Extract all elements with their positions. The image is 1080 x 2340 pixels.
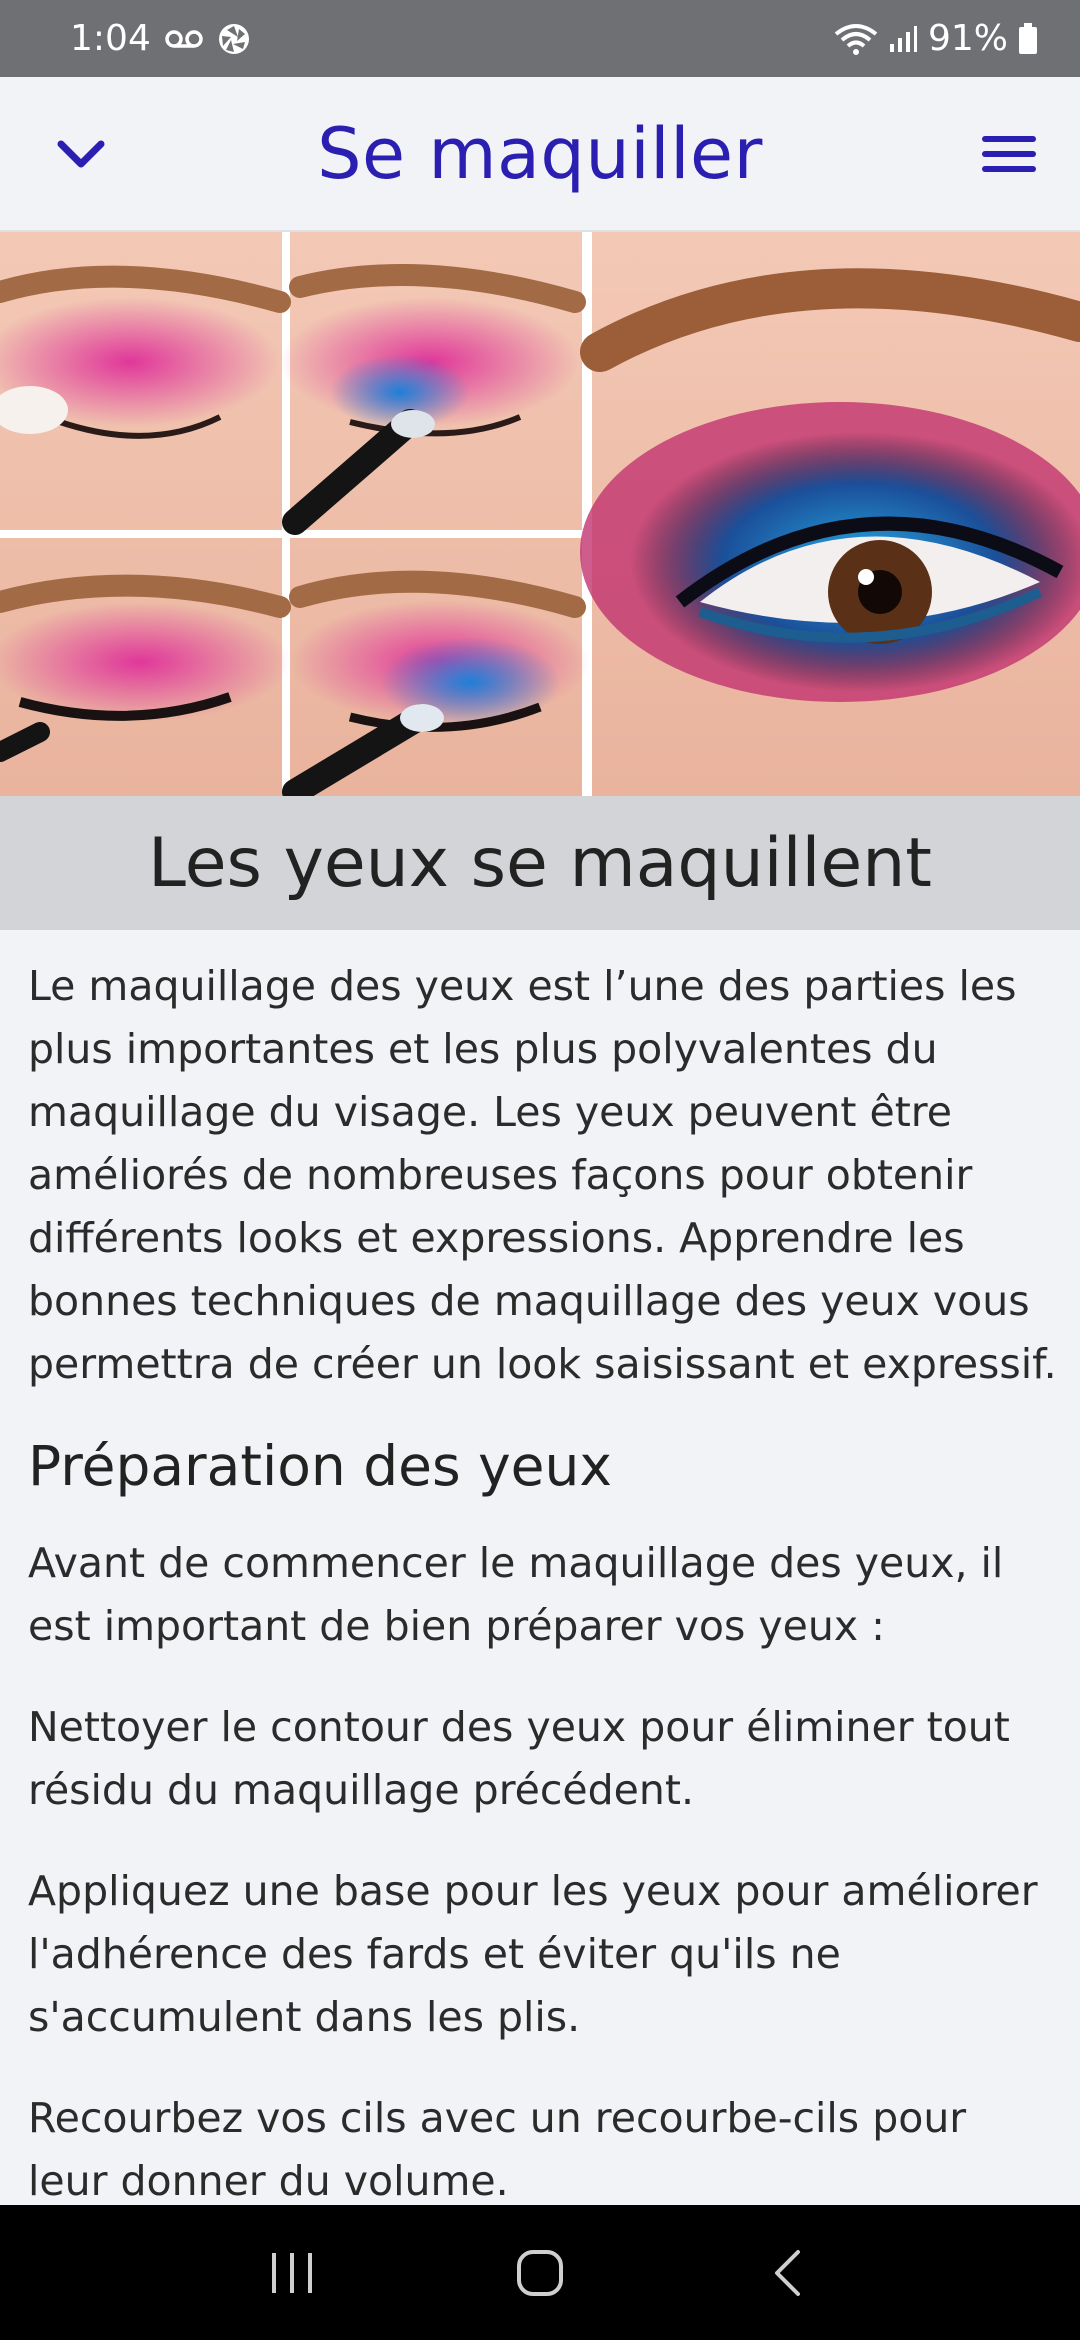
eye-makeup-tutorial-image bbox=[0, 232, 1080, 796]
app-bar: Se maquiller bbox=[0, 77, 1080, 232]
back-icon[interactable] bbox=[742, 2233, 832, 2313]
intro-paragraph: Le maquillage des yeux est l’une des par… bbox=[28, 962, 1057, 1388]
status-bar: 1:04 91% bbox=[0, 0, 1080, 77]
status-right: 91% bbox=[834, 18, 1038, 59]
recent-apps-icon[interactable] bbox=[248, 2233, 338, 2313]
voicemail-icon bbox=[165, 28, 203, 50]
home-icon[interactable] bbox=[495, 2233, 585, 2313]
paragraph-3: Appliquez une base pour les yeux pour am… bbox=[28, 1867, 1038, 2041]
screen: 1:04 91% Se maquiller Les yeux se maquil… bbox=[0, 0, 1080, 2340]
battery-percent: 91% bbox=[927, 18, 1008, 59]
system-nav-bar bbox=[0, 2205, 1080, 2340]
signal-icon bbox=[888, 24, 918, 54]
battery-icon bbox=[1018, 22, 1038, 55]
status-time: 1:04 bbox=[70, 18, 151, 59]
chevron-down-icon[interactable] bbox=[48, 121, 114, 187]
subheading: Préparation des yeux bbox=[28, 1434, 612, 1498]
section-header: Les yeux se maquillent bbox=[0, 796, 1080, 930]
hamburger-menu-icon[interactable] bbox=[974, 121, 1044, 187]
status-left: 1:04 bbox=[70, 18, 251, 59]
article-content: Le maquillage des yeux est l’une des par… bbox=[28, 955, 1058, 2205]
paragraph-1: Avant de commencer le maquillage des yeu… bbox=[28, 1539, 1004, 1650]
app-title: Se maquiller bbox=[317, 112, 763, 195]
paragraph-2: Nettoyer le contour des yeux pour élimin… bbox=[28, 1703, 1010, 1814]
wifi-icon bbox=[834, 22, 878, 56]
paragraph-4: Recourbez vos cils avec un recourbe-cils… bbox=[28, 2094, 967, 2205]
aperture-icon bbox=[217, 22, 251, 56]
section-title: Les yeux se maquillent bbox=[148, 823, 932, 903]
